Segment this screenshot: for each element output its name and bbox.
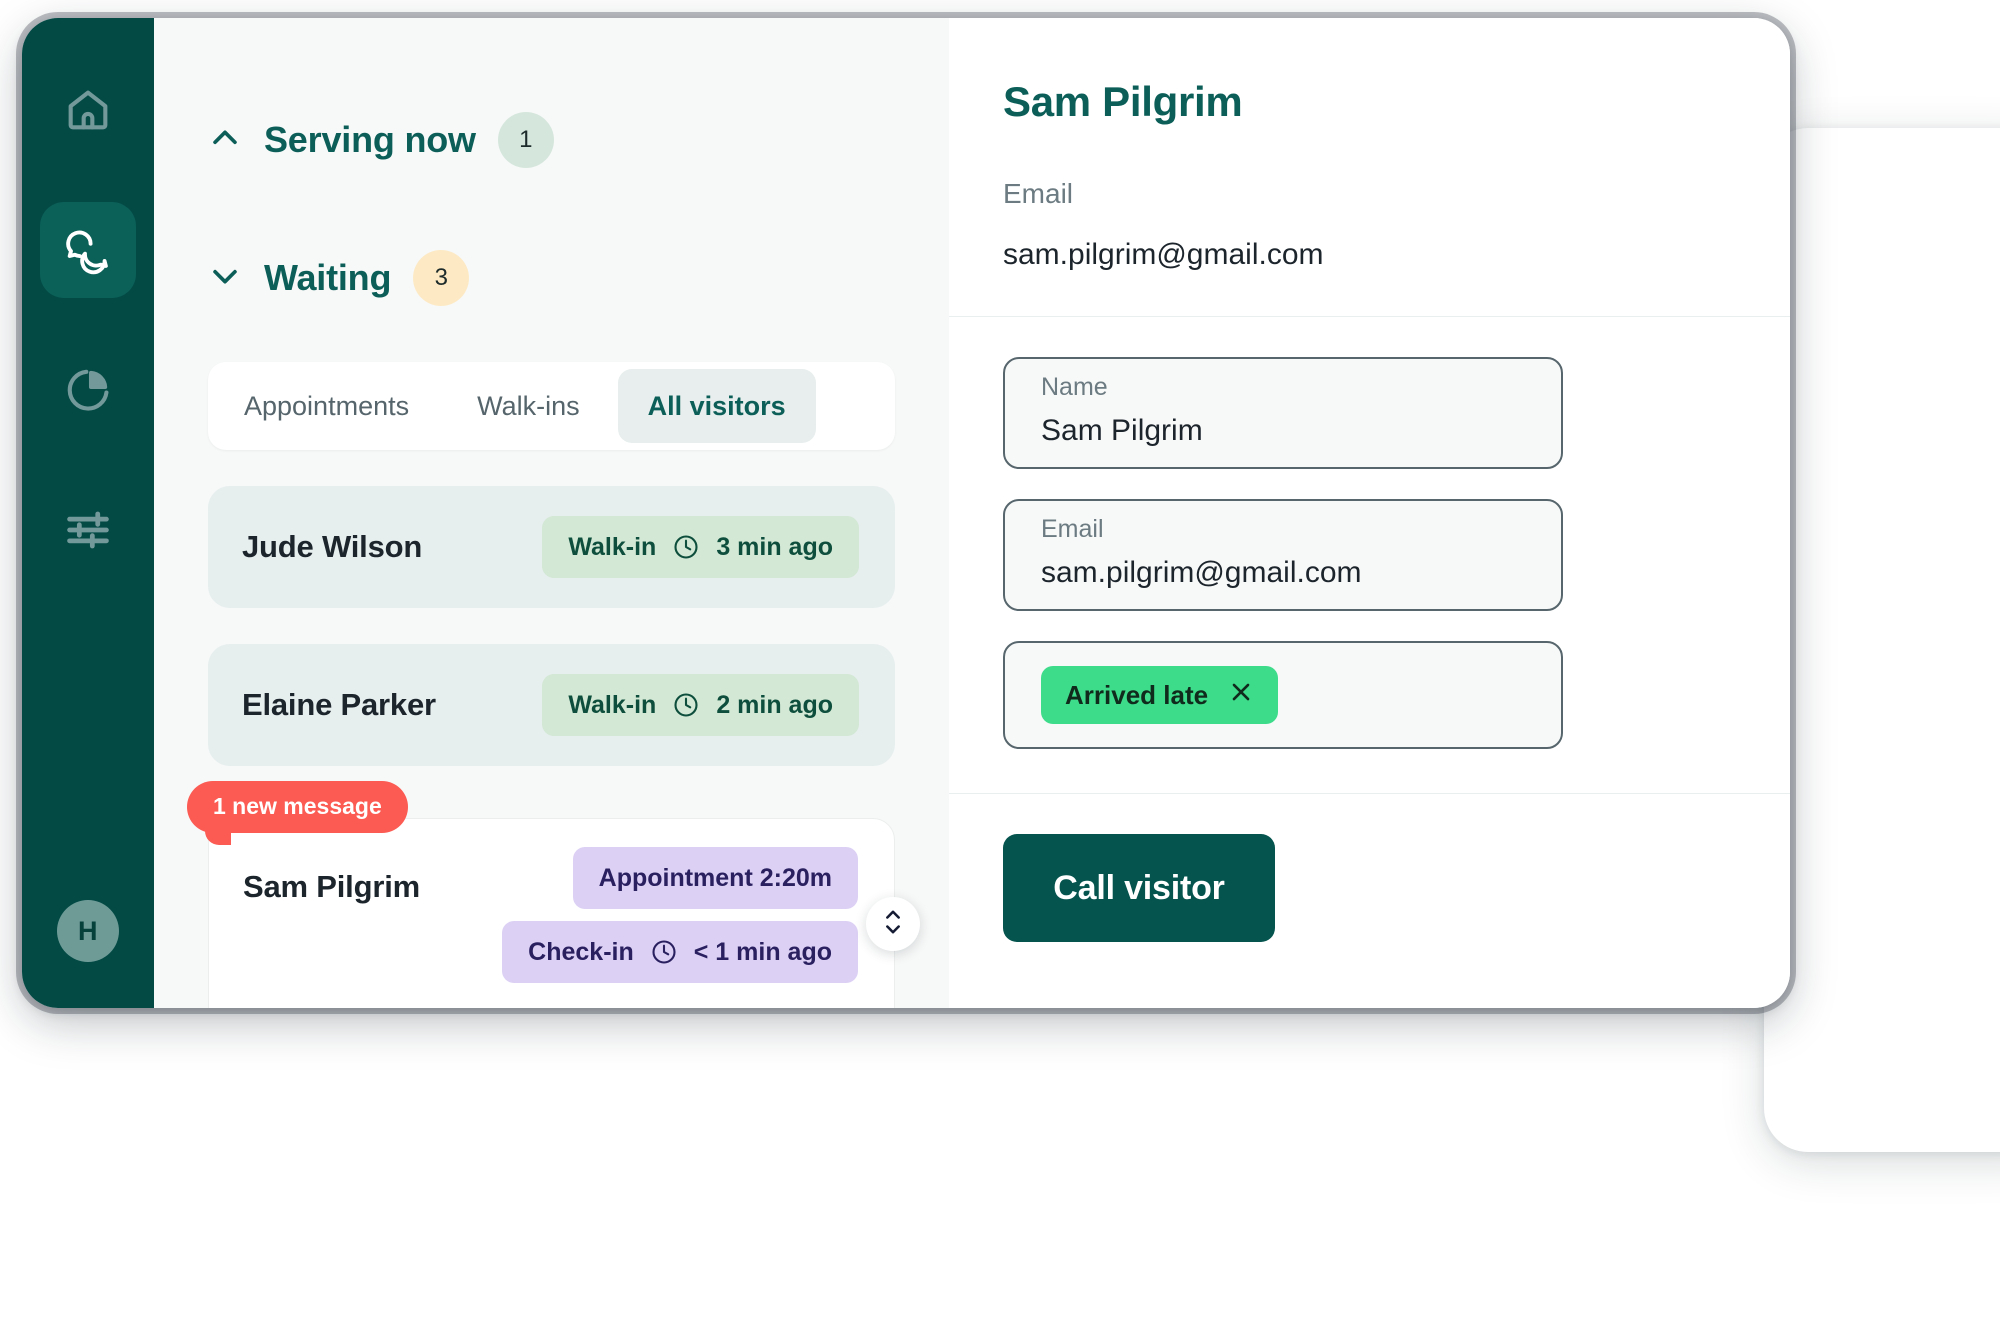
visitor-filter-tabs: Appointments Walk-ins All visitors — [208, 362, 895, 450]
call-visitor-button[interactable]: Call visitor — [1003, 834, 1275, 942]
check-in-badge: Check-in < 1 min ago — [502, 921, 858, 983]
list-item[interactable]: 1 new message Sam Pilgrim Appointment 2:… — [187, 781, 920, 1008]
sidebar-item-analytics[interactable] — [40, 342, 136, 438]
waiting-title: Waiting — [264, 257, 392, 298]
serving-now-title: Serving now — [264, 119, 476, 160]
tab-all-visitors[interactable]: All visitors — [617, 369, 816, 443]
serving-now-count: 1 — [497, 112, 554, 168]
app-root: H Serving now 1 Waiting 3 Appointments W… — [0, 0, 2000, 1324]
visitor-chip-stack: Appointment 2:20m Check-in < 1 min ago — [502, 847, 858, 983]
list-item[interactable]: Jude Wilson Walk-in 3 min ago — [208, 486, 895, 608]
serving-now-header[interactable]: Serving now 1 — [208, 112, 895, 168]
clock-icon — [672, 691, 700, 719]
waiting-header[interactable]: Waiting 3 — [208, 250, 895, 306]
name-field[interactable]: Name Sam Pilgrim — [1003, 357, 1563, 469]
status-badge: Walk-in 3 min ago — [542, 516, 859, 578]
detail-footer: Call visitor — [949, 793, 1790, 942]
close-icon[interactable] — [1228, 679, 1254, 712]
visit-type-label: Walk-in — [568, 690, 657, 719]
status-badge: Walk-in 2 min ago — [542, 674, 859, 736]
tags-field[interactable]: Arrived late — [1003, 641, 1563, 749]
new-message-badge: 1 new message — [187, 781, 408, 845]
sidebar: H — [22, 18, 154, 1008]
email-field-value: sam.pilgrim@gmail.com — [1041, 556, 1362, 589]
pie-chart-icon — [62, 364, 114, 416]
waiting-count: 3 — [413, 250, 470, 306]
list-item[interactable]: Elaine Parker Walk-in 2 min ago — [208, 644, 895, 766]
visitor-name: Elaine Parker — [242, 687, 436, 722]
visit-type-label: Walk-in — [568, 532, 657, 561]
detail-header: Sam Pilgrim Email sam.pilgrim@gmail.com — [949, 18, 1790, 316]
chat-bubbles-icon — [60, 222, 116, 278]
detail-email-value: sam.pilgrim@gmail.com — [1003, 238, 1324, 271]
visit-time-label: 3 min ago — [716, 532, 833, 561]
sliders-icon — [62, 504, 114, 556]
detail-email-label: Email — [1003, 178, 1074, 209]
chevron-up-down-icon — [880, 905, 906, 944]
visit-time-label: 2 min ago — [716, 690, 833, 719]
appointment-badge: Appointment 2:20m — [572, 847, 858, 909]
email-field[interactable]: Email sam.pilgrim@gmail.com — [1003, 499, 1563, 611]
home-icon — [62, 84, 114, 136]
app-window: H Serving now 1 Waiting 3 Appointments W… — [22, 18, 1790, 1008]
serving-now-section: Serving now 1 — [208, 112, 895, 168]
name-field-value: Sam Pilgrim — [1041, 414, 1203, 447]
chevron-down-icon[interactable] — [208, 259, 242, 298]
sidebar-item-queue[interactable] — [40, 202, 136, 298]
tab-appointments[interactable]: Appointments — [214, 369, 439, 443]
visitor-name: Jude Wilson — [242, 529, 423, 564]
chevron-up-icon[interactable] — [208, 121, 242, 160]
background-card — [1764, 128, 2000, 1152]
name-field-label: Name — [1041, 373, 1108, 401]
check-in-label: Check-in — [528, 937, 634, 966]
status-tag[interactable]: Arrived late — [1041, 666, 1279, 724]
queue-column: Serving now 1 Waiting 3 Appointments Wal… — [154, 18, 949, 1008]
check-in-time-label: < 1 min ago — [693, 937, 832, 966]
visitor-detail-panel: Sam Pilgrim Email sam.pilgrim@gmail.com … — [949, 18, 1790, 1008]
sidebar-item-settings[interactable] — [40, 482, 136, 578]
waiting-section: Waiting 3 Appointments Walk-ins All visi… — [187, 250, 920, 1008]
sidebar-item-home[interactable] — [40, 62, 136, 158]
visitor-name: Sam Pilgrim — [243, 869, 420, 904]
status-tag-label: Arrived late — [1065, 679, 1209, 710]
clock-icon — [650, 938, 678, 966]
tab-walk-ins[interactable]: Walk-ins — [447, 369, 610, 443]
reorder-handle[interactable] — [866, 897, 920, 951]
appointment-label: Appointment 2:20m — [598, 863, 832, 892]
email-field-label: Email — [1041, 515, 1104, 543]
clock-icon — [672, 533, 700, 561]
avatar[interactable]: H — [57, 900, 119, 962]
visitor-form: Name Sam Pilgrim Email sam.pilgrim@gmail… — [949, 317, 1790, 779]
page-title: Sam Pilgrim — [1003, 78, 1243, 125]
